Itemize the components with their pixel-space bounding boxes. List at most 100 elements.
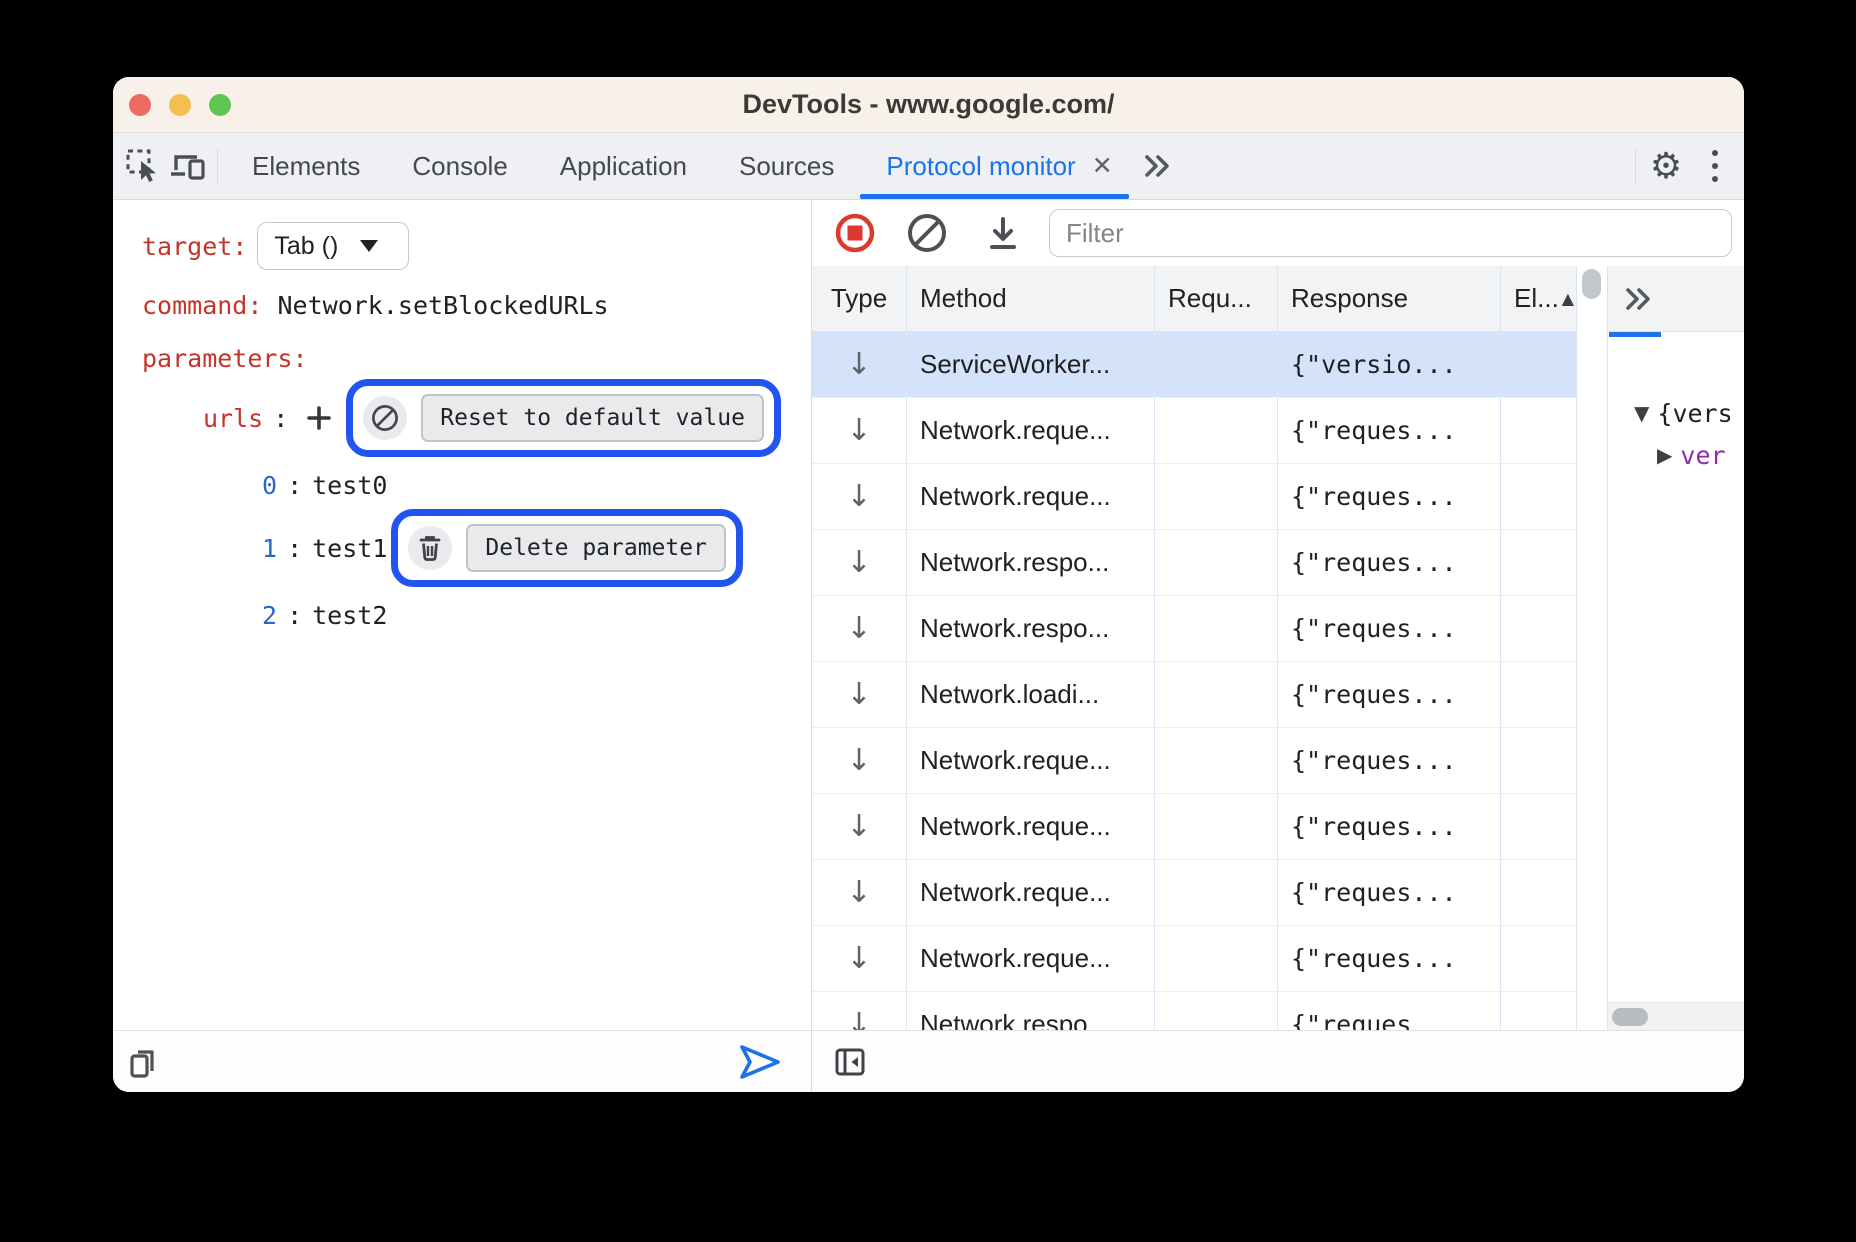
inspect-element-button[interactable] [121,144,165,188]
urls-colon: : [273,404,288,433]
column-header-elapsed[interactable]: El... ▲ [1501,266,1577,331]
settings-button[interactable]: ⚙ [1644,144,1688,188]
cell-request [1155,662,1278,727]
received-arrow-icon: ↓ [846,545,871,580]
record-button[interactable] [833,211,877,255]
table-row[interactable]: ↓ Network.reque... {"reques... [812,464,1577,530]
table-row[interactable]: ↓ Network.reque... {"reques... [812,398,1577,464]
copy-command-icon[interactable] [125,1044,159,1080]
cell-request [1155,860,1278,925]
table-row[interactable]: ↓ Network.respo... {"reques... [812,530,1577,596]
cell-method: Network.reque... [907,860,1155,925]
table-row[interactable]: ↓ Network.reque... {"reques... [812,794,1577,860]
tab-console[interactable]: Console [386,133,533,199]
cell-response: {"reques... [1278,662,1501,727]
grid-body: ↓ ServiceWorker... {"versio... ↓ Network… [812,332,1577,1030]
cell-method: Network.reque... [907,794,1155,859]
param-index: 2 [262,601,277,630]
close-window-button[interactable] [129,94,151,116]
expand-sidebar-chevrons-icon[interactable] [1621,285,1655,313]
table-row[interactable]: ↓ Network.loadi... {"reques... [812,662,1577,728]
received-arrow-icon: ↓ [846,413,871,448]
monitor-bottom-toolbar [812,1031,1744,1092]
cell-response: {"reques [1278,992,1501,1030]
expand-closed-icon[interactable]: ▶ [1657,443,1672,467]
param-row-2[interactable]: 2 : test2 [262,593,387,637]
devtools-window: DevTools - www.google.com/ Elements Cons… [113,77,1744,1092]
target-select[interactable]: Tab () [257,222,409,270]
column-header-response[interactable]: Response [1278,266,1501,331]
clear-all-button[interactable] [905,211,949,255]
download-icon [984,213,1022,253]
table-row[interactable]: ↓ Network.respo {"reques [812,992,1577,1030]
table-row[interactable]: ↓ Network.reque... {"reques... [812,728,1577,794]
filter-input[interactable] [1049,209,1732,257]
add-array-item-icon[interactable] [306,405,332,431]
cell-response: {"reques... [1278,728,1501,793]
dropdown-caret-icon [360,240,378,252]
param-row-0[interactable]: 0 : test0 [262,463,387,507]
cell-elapsed [1501,398,1577,463]
kebab-dot [1712,176,1718,182]
cell-request [1155,398,1278,463]
cell-response: {"versio... [1278,332,1501,397]
customize-devtools-button[interactable] [1688,150,1736,182]
received-arrow-icon: ↓ [846,677,871,712]
parameters-row: parameters: [142,336,308,380]
toggle-sidebar-icon[interactable] [833,1046,867,1078]
expand-open-icon[interactable]: ▼ [1634,401,1649,425]
reset-to-default-button[interactable] [363,396,407,440]
cell-method: Network.reque... [907,926,1155,991]
chevrons-right-icon [1140,152,1174,180]
scrollbar-thumb[interactable] [1612,1008,1648,1026]
param-value[interactable]: test2 [312,601,387,630]
close-tab-icon[interactable]: ✕ [1092,151,1113,181]
tab-sources[interactable]: Sources [713,133,860,199]
param-value[interactable]: test0 [312,471,387,500]
column-header-elapsed-label: El... [1514,283,1559,314]
reset-highlight-callout: Reset to default value [346,379,781,457]
cell-elapsed [1501,332,1577,397]
cell-request [1155,464,1278,529]
sidebar-header [1608,266,1744,332]
cell-type: ↓ [812,464,907,529]
cell-request [1155,794,1278,859]
more-tabs-button[interactable] [1135,144,1179,188]
tree-node-root[interactable]: ▼{vers [1608,396,1744,430]
received-arrow-icon: ↓ [846,809,871,844]
table-row[interactable]: ↓ Network.reque... {"reques... [812,926,1577,992]
tab-application[interactable]: Application [534,133,713,199]
table-row[interactable]: ↓ Network.respo... {"reques... [812,596,1577,662]
urls-key: urls [203,404,263,433]
cell-elapsed [1501,530,1577,595]
command-value-text[interactable]: Network.setBlockedURLs [277,291,608,320]
cell-type: ↓ [812,926,907,991]
json-tree: ▼{vers ▶ver [1608,332,1744,472]
maximize-window-button[interactable] [209,94,231,116]
cell-request [1155,332,1278,397]
send-command-icon[interactable] [736,1042,784,1082]
cell-response: {"reques... [1278,860,1501,925]
param-row-1[interactable]: 1 : test1 Delete parameter [262,506,743,590]
tab-elements[interactable]: Elements [226,133,386,199]
save-button[interactable] [984,213,1022,253]
cell-type: ↓ [812,662,907,727]
column-header-type[interactable]: Type [812,266,907,331]
grid-vertical-scrollbar[interactable] [1577,266,1608,1030]
column-header-request[interactable]: Requ... [1155,266,1278,331]
table-row[interactable]: ↓ ServiceWorker... {"versio... [812,332,1577,398]
cell-type: ↓ [812,398,907,463]
toggle-device-toolbar-button[interactable] [165,144,209,188]
tab-protocol-monitor[interactable]: Protocol monitor ✕ [860,133,1128,199]
cell-request [1155,926,1278,991]
scrollbar-thumb[interactable] [1582,269,1601,299]
table-row[interactable]: ↓ Network.reque... {"reques... [812,860,1577,926]
minimize-window-button[interactable] [169,94,191,116]
sort-ascending-icon: ▲ [1562,289,1574,308]
column-header-method[interactable]: Method [907,266,1155,331]
delete-parameter-button[interactable] [408,526,452,570]
received-arrow-icon: ↓ [846,479,871,514]
param-value[interactable]: test1 [312,534,387,563]
tree-node-version[interactable]: ▶ver [1608,438,1744,472]
sidebar-horizontal-scrollbar[interactable] [1608,1002,1744,1030]
